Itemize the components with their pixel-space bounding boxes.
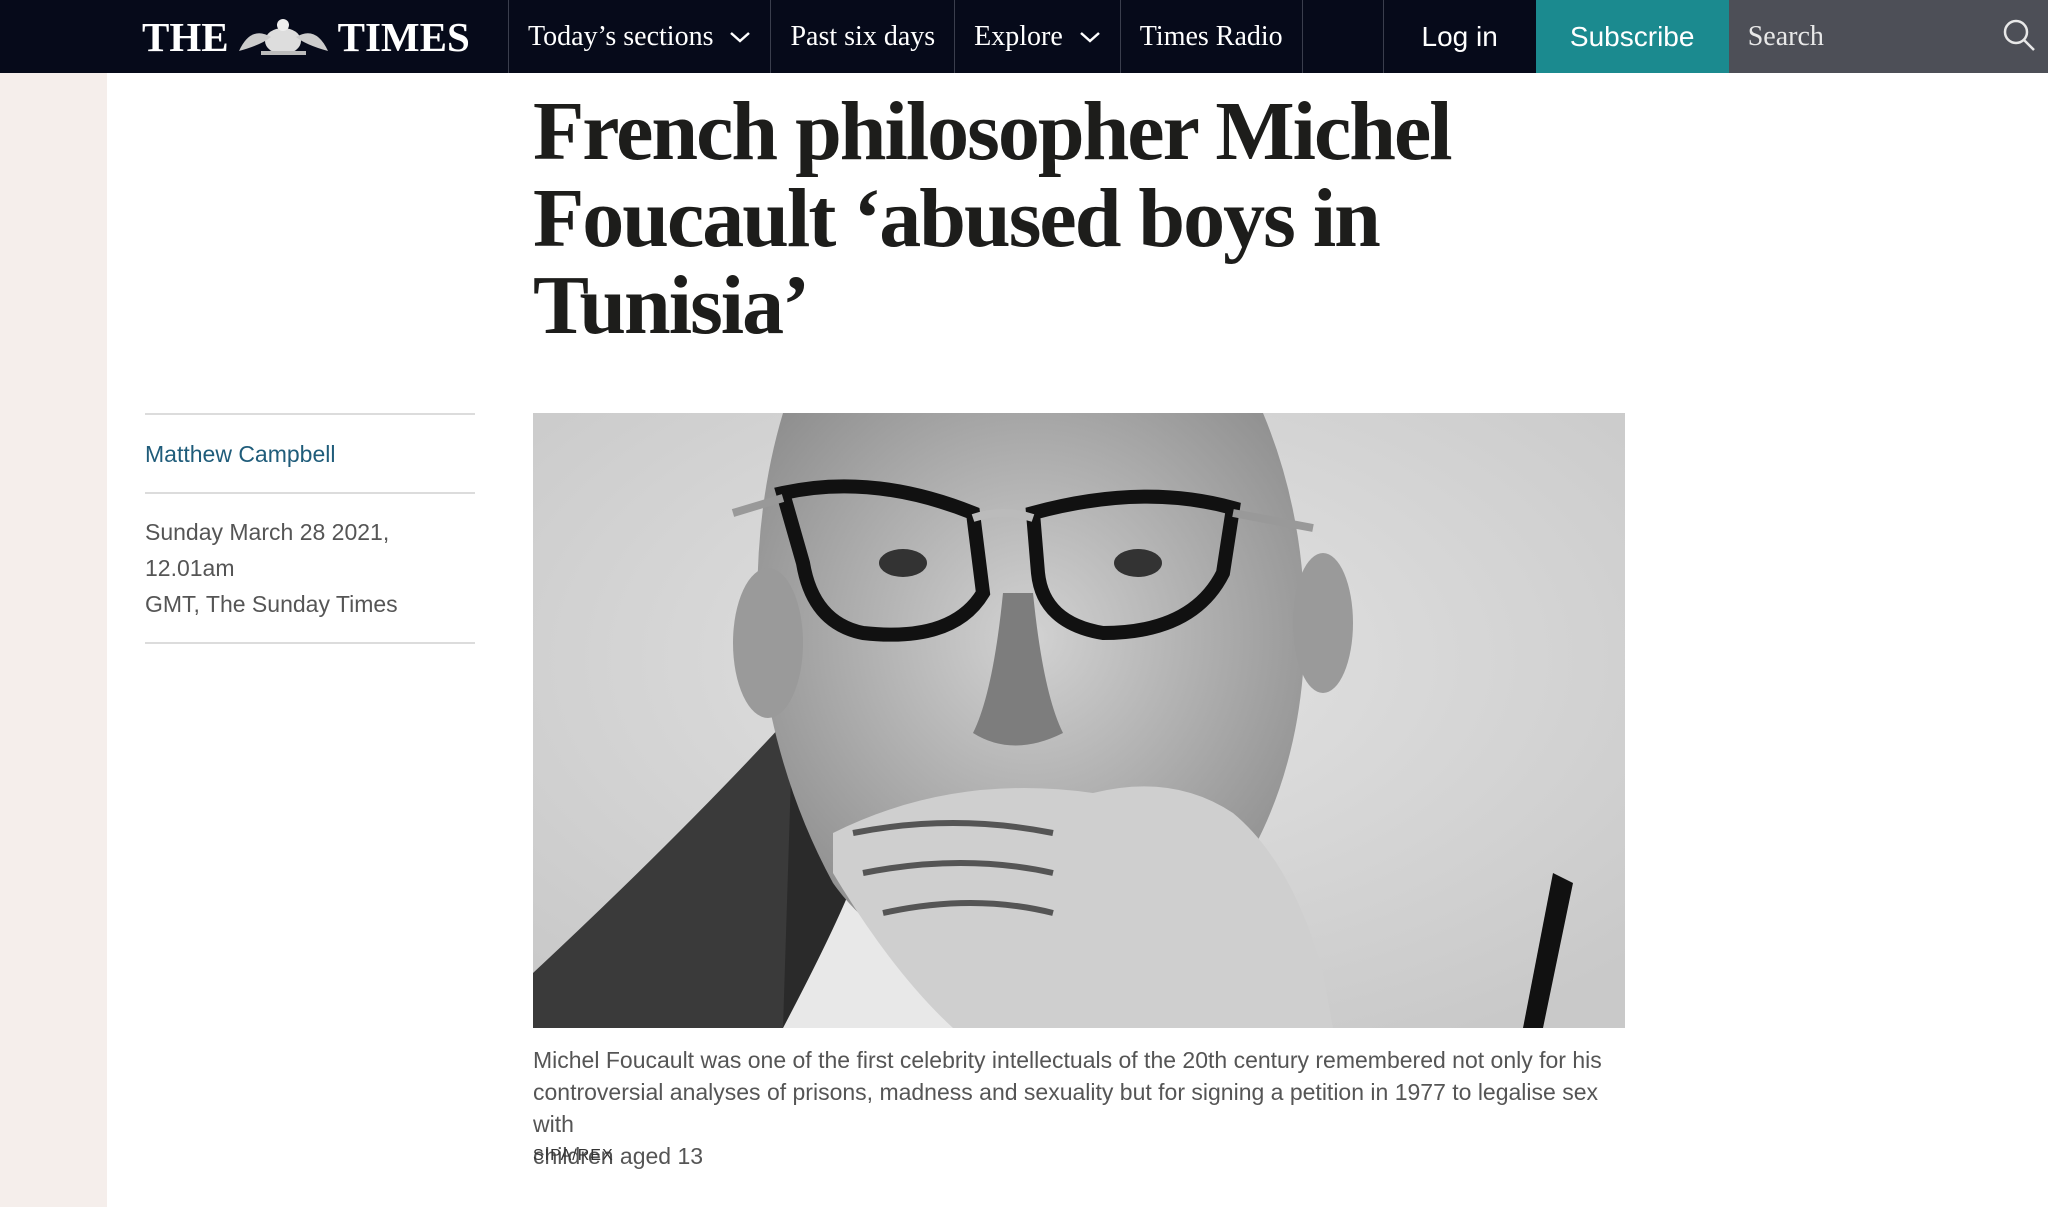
subscribe-button[interactable]: Subscribe — [1535, 0, 1729, 73]
article-headline: French philosopher Michel Foucault ‘abus… — [533, 88, 1473, 349]
photo-caption: Michel Foucault was one of the first cel… — [533, 1044, 1633, 1172]
author-link[interactable]: Matthew Campbell — [145, 415, 475, 492]
nav-label: Explore — [974, 20, 1063, 52]
nav-label: Times Radio — [1139, 20, 1283, 52]
search-icon[interactable] — [2000, 16, 2038, 54]
chevron-down-icon — [1079, 31, 1100, 43]
chevron-down-icon — [730, 31, 751, 43]
dateline-text: Sunday March 28 2021, 12.01am — [145, 519, 390, 581]
caption-line: children aged 13 — [533, 1143, 704, 1169]
nav-times-radio[interactable]: Times Radio — [1119, 0, 1302, 73]
article-photo — [533, 413, 1625, 1028]
logo-text-times: TIMES — [337, 13, 470, 60]
divider — [145, 642, 475, 644]
nav-label: Today’s sections — [528, 20, 714, 52]
search-placeholder: Search — [1747, 20, 1824, 52]
headline-line: Foucault ‘abused boys in — [533, 172, 1381, 265]
nav-explore[interactable]: Explore — [954, 0, 1120, 73]
headline-line: French philosopher Michel — [533, 85, 1453, 178]
caption-line: Michel Foucault was one of the first cel… — [533, 1047, 1602, 1073]
dateline-text: GMT, The Sunday Times — [145, 591, 398, 617]
login-button[interactable]: Log in — [1382, 0, 1536, 73]
nav-divider — [1301, 0, 1383, 73]
nav-past-six-days[interactable]: Past six days — [770, 0, 954, 73]
byline: Matthew Campbell Sunday March 28 2021, 1… — [145, 413, 475, 644]
publish-dateline: Sunday March 28 2021, 12.01am GMT, The S… — [145, 494, 475, 642]
crest-icon — [238, 18, 328, 55]
times-logo[interactable]: THE TIMES — [0, 0, 508, 73]
nav-todays-sections[interactable]: Today’s sections — [508, 0, 770, 73]
nav-label: Past six days — [790, 20, 936, 52]
photo-credit: SIPA/REX — [533, 1147, 614, 1164]
page-margin — [0, 73, 107, 1207]
caption-line: controversial analyses of prisons, madne… — [533, 1079, 1598, 1137]
logo-text-the: THE — [142, 13, 229, 60]
subscribe-label: Subscribe — [1569, 20, 1695, 52]
search-input[interactable]: Search — [1728, 0, 2048, 73]
headline-line: Tunisia’ — [533, 259, 810, 352]
login-label: Log in — [1421, 20, 1498, 52]
portrait-photo — [533, 413, 1625, 1028]
top-navigation-bar: THE TIMES Today’s sections Past six days… — [0, 0, 2048, 73]
